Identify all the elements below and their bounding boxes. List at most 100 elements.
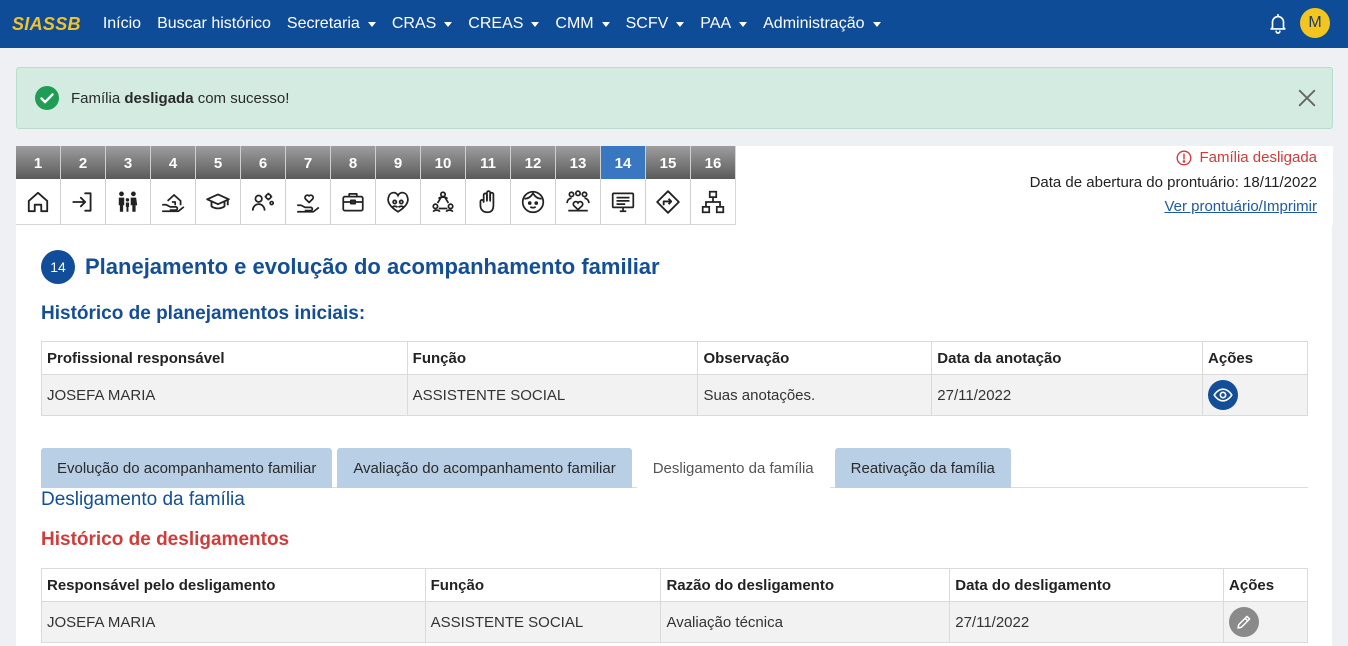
family-status-text: Família desligada [1199,149,1317,166]
step-badge: 14 [41,250,75,284]
step-tab-5[interactable]: 5 [196,146,241,225]
family-icon [118,190,138,212]
step-tab-16[interactable]: 16 [691,146,736,225]
col-header: Observação [697,341,933,375]
alert-circle-icon [1176,149,1192,166]
nav-creas-dropdown[interactable]: CREAS [468,15,540,33]
caret-down-icon [367,22,376,27]
caret-down-icon [531,22,540,27]
user-avatar[interactable]: M [1300,8,1330,38]
step-tab-9[interactable]: 9 [376,146,421,225]
step-tab-10[interactable]: 10 [421,146,466,225]
col-header: Ações [1202,341,1308,375]
page-title: Planejamento e evolução do acompanhament… [85,254,660,279]
nav-administracao-dropdown[interactable]: Administração [763,15,881,33]
nav-inicio[interactable]: Início [103,15,141,33]
tab-evolucao[interactable]: Evolução do acompanhamento familiar [41,448,333,488]
nav-paa-dropdown[interactable]: PAA [700,15,748,33]
nav-cmm-dropdown[interactable]: CMM [555,15,610,33]
step-number: 3 [106,146,150,179]
step-tab-14[interactable]: 14 [601,146,646,225]
step-number: 2 [61,146,105,179]
nav-cras-label: CRAS [391,15,437,32]
section-tabs: Evolução do acompanhamento familiar Aval… [41,448,1308,488]
step-number: 15 [646,146,690,179]
step-tab-11[interactable]: 11 [466,146,511,225]
step-tab-3[interactable]: 3 [106,146,151,225]
nav-cmm-label: CMM [555,15,594,32]
table-cell: Avaliação técnica [660,601,951,643]
close-icon[interactable] [1296,87,1318,109]
nav-creas-label: CREAS [468,15,524,32]
nav-inicio-label: Início [102,15,142,32]
step-tab-4[interactable]: 4 [151,146,196,225]
step-number: 16 [691,146,735,179]
dismissal-table: Responsável pelo desligamento Função Raz… [41,568,1308,643]
alert-prefix: Família [71,89,125,107]
nav-paa-label: PAA [700,15,732,32]
tab-reativacao[interactable]: Reativação da família [834,448,1011,488]
login-icon [72,191,92,212]
plans-history-title: Histórico de planejamentos iniciais: [41,303,366,324]
caret-down-icon [444,22,453,27]
caret-down-icon [872,22,881,27]
dismissal-history-title: Histórico de desligamentos [41,529,290,550]
nav-administracao-label: Administração [763,15,865,32]
table-cell: 27/11/2022 [949,601,1225,643]
step-tab-7[interactable]: 7 [286,146,331,225]
nav-secretaria-dropdown[interactable]: Secretaria [287,15,376,33]
table-cell: 27/11/2022 [931,374,1204,416]
col-header: Data da anotação [931,341,1204,375]
step-number: 4 [151,146,195,179]
step-tab-12[interactable]: 12 [511,146,556,225]
home-icon [27,191,49,212]
family-status: Família desligada [1176,149,1317,166]
alert-bold: desligada [124,89,194,107]
section-title: Desligamento da família [41,489,245,510]
step-tab-15[interactable]: 15 [646,146,691,225]
step-number: 13 [556,146,600,179]
tab-desligamento[interactable]: Desligamento da família [636,448,830,488]
nav-scfv-dropdown[interactable]: SCFV [626,15,685,33]
col-header: Data do desligamento [949,568,1225,602]
step-tab-2[interactable]: 2 [61,146,106,225]
step-number: 7 [286,146,330,179]
nav-buscar-historico[interactable]: Buscar histórico [157,15,271,33]
col-header: Função [424,568,662,602]
step-number: 8 [331,146,375,179]
nav-right-group: M [1267,8,1330,38]
caret-down-icon [739,22,748,27]
table-cell: JOSEFA MARIA [41,374,408,416]
table-row: JOSEFA MARIA ASSISTENTE SOCIAL Suas anot… [41,374,1308,416]
step-tab-6[interactable]: 6 [241,146,286,225]
house-hand-icon [162,193,185,212]
view-button[interactable] [1208,380,1239,410]
step-number: 6 [241,146,285,179]
pencil-icon [1237,615,1251,629]
opening-date: Data de abertura do prontuário: 18/11/20… [1029,174,1317,191]
table-row: JOSEFA MARIA ASSISTENTE SOCIAL Avaliação… [41,601,1308,643]
nav-cras-dropdown[interactable]: CRAS [391,15,453,33]
page-title-row: 14 Planejamento e evolução do acompanham… [41,250,660,284]
main-card: 14 Planejamento e evolução do acompanham… [16,225,1332,646]
bell-icon[interactable] [1267,12,1289,34]
tab-avaliacao[interactable]: Avaliação do acompanhamento familiar [337,448,632,488]
caret-down-icon [676,22,685,27]
alert-message: Família desligada com sucesso! [71,90,289,107]
caret-down-icon [601,22,610,27]
actions-cell [1202,374,1308,416]
step-number: 1 [16,146,60,179]
table-cell: Suas anotações. [697,374,933,416]
record-info: Família desligada Data de abertura do pr… [736,146,1333,225]
col-header: Responsável pelo desligamento [41,568,426,602]
step-tab-8[interactable]: 8 [331,146,376,225]
step-tab-1[interactable]: 1 [16,146,61,225]
eye-icon [1213,388,1233,402]
nav-buscar-historico-label: Buscar histórico [157,15,271,32]
print-record-link[interactable]: Ver prontuário/Imprimir [1164,198,1317,215]
hand-heart-icon [297,193,320,213]
edit-button[interactable] [1229,607,1260,637]
step-tab-13[interactable]: 13 [556,146,601,225]
hand-stop-icon [479,189,495,213]
brand-logo[interactable]: SIASSB [12,14,81,35]
